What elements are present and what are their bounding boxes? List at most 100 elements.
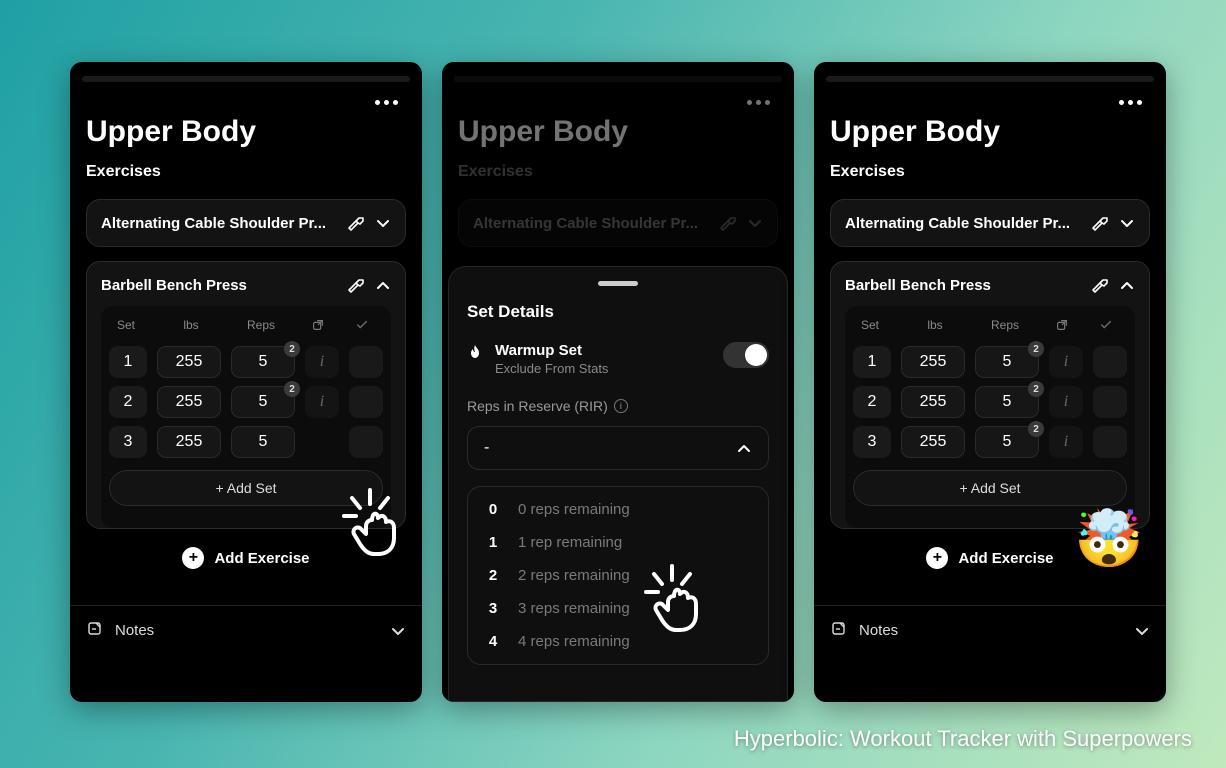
set-number[interactable]: 2 bbox=[109, 386, 147, 418]
share-icon[interactable] bbox=[301, 318, 335, 332]
more-menu-button[interactable] bbox=[1119, 100, 1142, 105]
col-set: Set bbox=[857, 318, 895, 332]
exercise-card-collapsed[interactable]: Alternating Cable Shoulder Pr... bbox=[830, 199, 1150, 247]
section-label: Exercises bbox=[86, 163, 406, 181]
plus-icon: + bbox=[926, 547, 948, 569]
set-row: 3 255 5 i bbox=[109, 426, 383, 458]
set-row: 1 255 52 i bbox=[853, 346, 1127, 378]
rir-badge: 2 bbox=[284, 341, 300, 357]
set-number[interactable]: 3 bbox=[109, 426, 147, 458]
phone-screen-3: Upper Body Exercises Alternating Cable S… bbox=[814, 62, 1166, 702]
reps-input[interactable]: 52 bbox=[975, 386, 1039, 418]
exercise-name: Alternating Cable Shoulder Pr... bbox=[845, 215, 1081, 232]
hammer-icon[interactable] bbox=[1091, 276, 1109, 294]
exercise-card-expanded: Barbell Bench Press Set lbs Reps 1 255 bbox=[86, 261, 406, 529]
hammer-icon[interactable] bbox=[1091, 214, 1109, 232]
exercise-card-collapsed[interactable]: Alternating Cable Shoulder Pr... bbox=[86, 199, 406, 247]
chevron-up-icon[interactable] bbox=[1119, 277, 1135, 293]
sheet-handle[interactable] bbox=[598, 281, 638, 286]
add-set-button[interactable]: + Add Set bbox=[109, 470, 383, 506]
lbs-input[interactable]: 255 bbox=[157, 346, 221, 378]
rir-option[interactable]: 33 reps remaining bbox=[468, 592, 768, 625]
warmup-title: Warmup Set bbox=[495, 342, 608, 359]
rir-badge: 2 bbox=[284, 381, 300, 397]
add-exercise-label: Add Exercise bbox=[214, 550, 309, 567]
reps-input[interactable]: 52 bbox=[975, 346, 1039, 378]
rir-option[interactable]: 00 reps remaining bbox=[468, 493, 768, 526]
set-table: Set lbs Reps 1 255 52 i 2 bbox=[101, 306, 391, 528]
notes-label: Notes bbox=[115, 622, 154, 639]
col-reps: Reps bbox=[231, 318, 291, 332]
add-exercise-button[interactable]: + Add Exercise bbox=[86, 547, 406, 569]
check-icon bbox=[345, 318, 379, 332]
complete-checkbox[interactable] bbox=[349, 346, 383, 378]
note-icon bbox=[830, 620, 847, 641]
rir-option[interactable]: 22 reps remaining bbox=[468, 559, 768, 592]
reps-input[interactable]: 5 bbox=[231, 426, 295, 458]
divider bbox=[814, 605, 1166, 606]
exercise-card-expanded: Barbell Bench Press Set lbs Reps 1 255 bbox=[830, 261, 1150, 529]
complete-checkbox[interactable] bbox=[349, 426, 383, 458]
chevron-down-icon bbox=[1134, 623, 1150, 639]
col-lbs: lbs bbox=[905, 318, 965, 332]
notes-row[interactable]: Notes bbox=[830, 620, 1150, 641]
reps-input[interactable]: 52 bbox=[231, 346, 295, 378]
share-icon[interactable] bbox=[1045, 318, 1079, 332]
set-number[interactable]: 1 bbox=[853, 346, 891, 378]
chevron-down-icon bbox=[390, 623, 406, 639]
more-menu-button[interactable] bbox=[375, 100, 398, 105]
warmup-subtitle: Exclude From Stats bbox=[495, 361, 608, 376]
rir-options-list: 00 reps remaining 11 rep remaining 22 re… bbox=[467, 486, 769, 665]
info-button[interactable]: i bbox=[305, 386, 339, 418]
note-icon bbox=[86, 620, 103, 641]
sheet-title: Set Details bbox=[467, 302, 769, 322]
complete-checkbox[interactable] bbox=[349, 386, 383, 418]
caption: Hyperbolic: Workout Tracker with Superpo… bbox=[734, 726, 1192, 752]
info-button[interactable]: i bbox=[1049, 386, 1083, 418]
add-exercise-button[interactable]: + Add Exercise bbox=[830, 547, 1150, 569]
rir-option[interactable]: 44 reps remaining bbox=[468, 625, 768, 658]
hammer-icon[interactable] bbox=[347, 214, 365, 232]
complete-checkbox[interactable] bbox=[1093, 426, 1127, 458]
rir-badge: 2 bbox=[1028, 381, 1044, 397]
lbs-input[interactable]: 255 bbox=[901, 426, 965, 458]
reps-input[interactable]: 52 bbox=[231, 386, 295, 418]
lbs-input[interactable]: 255 bbox=[157, 386, 221, 418]
lbs-input[interactable]: 255 bbox=[901, 386, 965, 418]
notes-row[interactable]: Notes bbox=[86, 620, 406, 641]
info-button[interactable]: i bbox=[1049, 346, 1083, 378]
lbs-input[interactable]: 255 bbox=[157, 426, 221, 458]
add-set-button[interactable]: + Add Set bbox=[853, 470, 1127, 506]
plus-icon: + bbox=[182, 547, 204, 569]
reps-input[interactable]: 52 bbox=[975, 426, 1039, 458]
complete-checkbox[interactable] bbox=[1093, 386, 1127, 418]
rir-badge: 2 bbox=[1028, 341, 1044, 357]
col-lbs: lbs bbox=[161, 318, 221, 332]
col-set: Set bbox=[113, 318, 151, 332]
rir-select[interactable]: - bbox=[467, 426, 769, 470]
hammer-icon[interactable] bbox=[347, 276, 365, 294]
info-icon[interactable]: i bbox=[614, 399, 628, 413]
set-number[interactable]: 2 bbox=[853, 386, 891, 418]
set-details-sheet: Set Details Warmup Set Exclude From Stat… bbox=[448, 266, 788, 702]
chevron-down-icon[interactable] bbox=[1119, 215, 1135, 231]
complete-checkbox[interactable] bbox=[1093, 346, 1127, 378]
chevron-down-icon[interactable] bbox=[375, 215, 391, 231]
set-number[interactable]: 3 bbox=[853, 426, 891, 458]
check-icon bbox=[1089, 318, 1123, 332]
exercise-name: Barbell Bench Press bbox=[845, 277, 1081, 294]
rir-badge: 2 bbox=[1028, 421, 1044, 437]
set-number[interactable]: 1 bbox=[109, 346, 147, 378]
info-button[interactable]: i bbox=[305, 346, 339, 378]
warmup-toggle[interactable] bbox=[723, 342, 769, 368]
page-title: Upper Body bbox=[830, 115, 1150, 149]
set-table: Set lbs Reps 1 255 52 i 2 bbox=[845, 306, 1135, 528]
set-row: 2 255 52 i bbox=[853, 386, 1127, 418]
rir-label: Reps in Reserve (RIR) i bbox=[467, 398, 769, 414]
lbs-input[interactable]: 255 bbox=[901, 346, 965, 378]
rir-option[interactable]: 11 rep remaining bbox=[468, 526, 768, 559]
chevron-up-icon[interactable] bbox=[375, 277, 391, 293]
info-button[interactable]: i bbox=[1049, 426, 1083, 458]
phone-screen-1: Upper Body Exercises Alternating Cable S… bbox=[70, 62, 422, 702]
set-row: 2 255 52 i bbox=[109, 386, 383, 418]
